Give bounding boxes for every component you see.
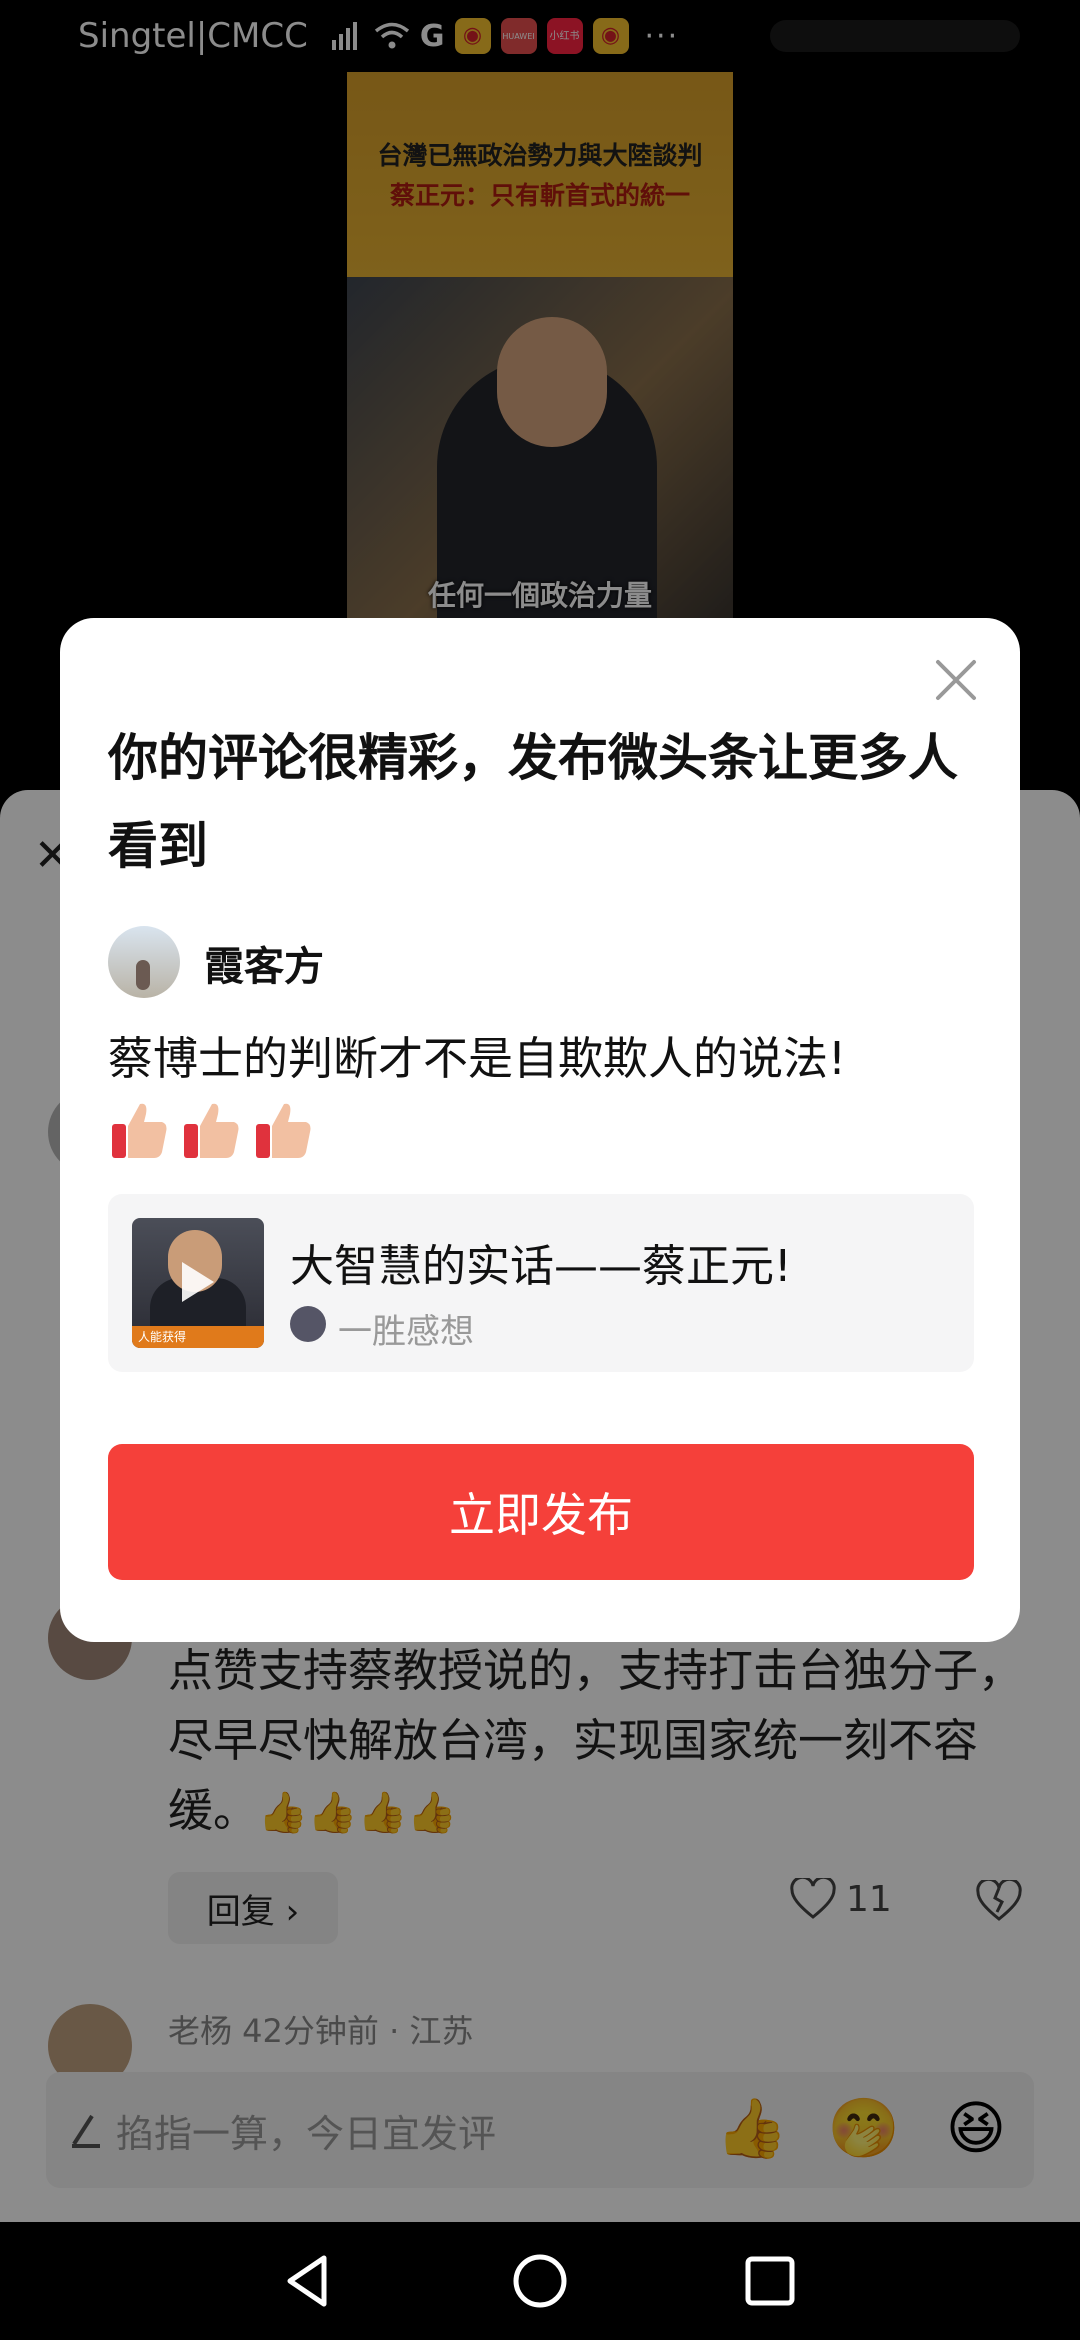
author-name: 霞客方	[204, 944, 324, 990]
thumbs-up-emoji-row	[108, 1098, 316, 1162]
card-author: 一胜感想	[338, 1312, 474, 1352]
card-title: 大智慧的实话——蔡正元!	[290, 1241, 792, 1292]
play-icon	[182, 1262, 214, 1302]
thumbs-up-icon	[256, 1103, 311, 1158]
video-thumbnail: 人能获得	[132, 1218, 264, 1348]
thumb-caption-bar: 人能获得	[132, 1326, 264, 1348]
publish-button[interactable]: 立即发布	[108, 1444, 974, 1580]
avatar	[108, 926, 180, 998]
home-nav-icon[interactable]	[503, 2244, 577, 2318]
dialog-title: 你的评论很精彩，发布微头条让更多人看到	[108, 729, 958, 875]
system-nav-bar	[0, 2222, 1080, 2340]
thumbs-up-icon	[112, 1103, 167, 1158]
back-nav-icon[interactable]	[270, 2244, 344, 2318]
avatar	[290, 1306, 326, 1342]
close-icon[interactable]	[930, 654, 982, 706]
thumb-caption: 人能获得	[138, 1330, 187, 1344]
publish-dialog: 你的评论很精彩，发布微头条让更多人看到 霞客方 蔡博士的判断才不是自欺欺人的说法…	[60, 618, 1020, 1642]
comment-preview: 蔡博士的判断才不是自欺欺人的说法!	[108, 1032, 847, 1085]
recents-nav-icon[interactable]	[733, 2244, 807, 2318]
article-card[interactable]: 人能获得 大智慧的实话——蔡正元! 一胜感想	[108, 1194, 974, 1372]
thumbs-up-icon	[184, 1103, 239, 1158]
